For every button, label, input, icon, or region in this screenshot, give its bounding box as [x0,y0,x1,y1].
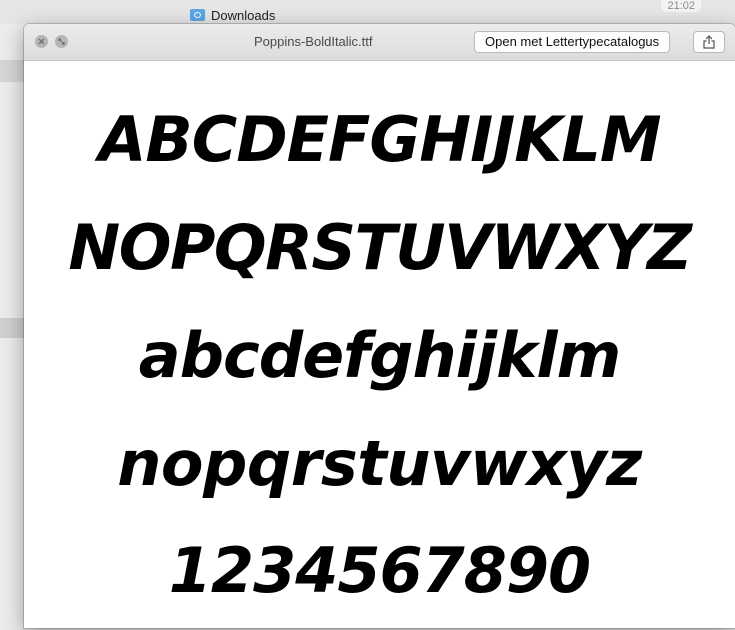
sidebar-item-label: Downloads [211,7,276,23]
preview-lowercase-n-z: nopqrstuvwxyz [117,427,642,500]
downloads-folder-icon [190,9,205,21]
fullscreen-icon[interactable] [55,35,68,48]
window-title: Poppins-BoldItalic.ttf [254,34,373,49]
sidebar-item-downloads[interactable]: Downloads [190,6,275,24]
share-icon [703,35,715,49]
quicklook-titlebar[interactable]: Poppins-BoldItalic.ttf Open met Letterty… [24,24,735,61]
preview-lowercase-a-m: abcdefghijklm [138,319,622,392]
background-row [0,60,24,82]
preview-uppercase-n-z: NOPQRSTUVWXYZ [68,211,692,284]
background-row [0,318,24,338]
preview-digits: 1234567890 [168,534,591,607]
share-button[interactable] [693,31,725,53]
close-icon[interactable] [35,35,48,48]
quicklook-window: Poppins-BoldItalic.ttf Open met Letterty… [24,24,735,628]
time-label: 21:02 [661,0,701,12]
open-with-font-book-button[interactable]: Open met Lettertypecatalogus [474,31,671,53]
font-preview-area: ABCDEFGHIJKLM NOPQRSTUVWXYZ abcdefghijkl… [24,61,735,628]
background-toolbar [0,0,735,24]
preview-uppercase-a-m: ABCDEFGHIJKLM [98,103,661,176]
